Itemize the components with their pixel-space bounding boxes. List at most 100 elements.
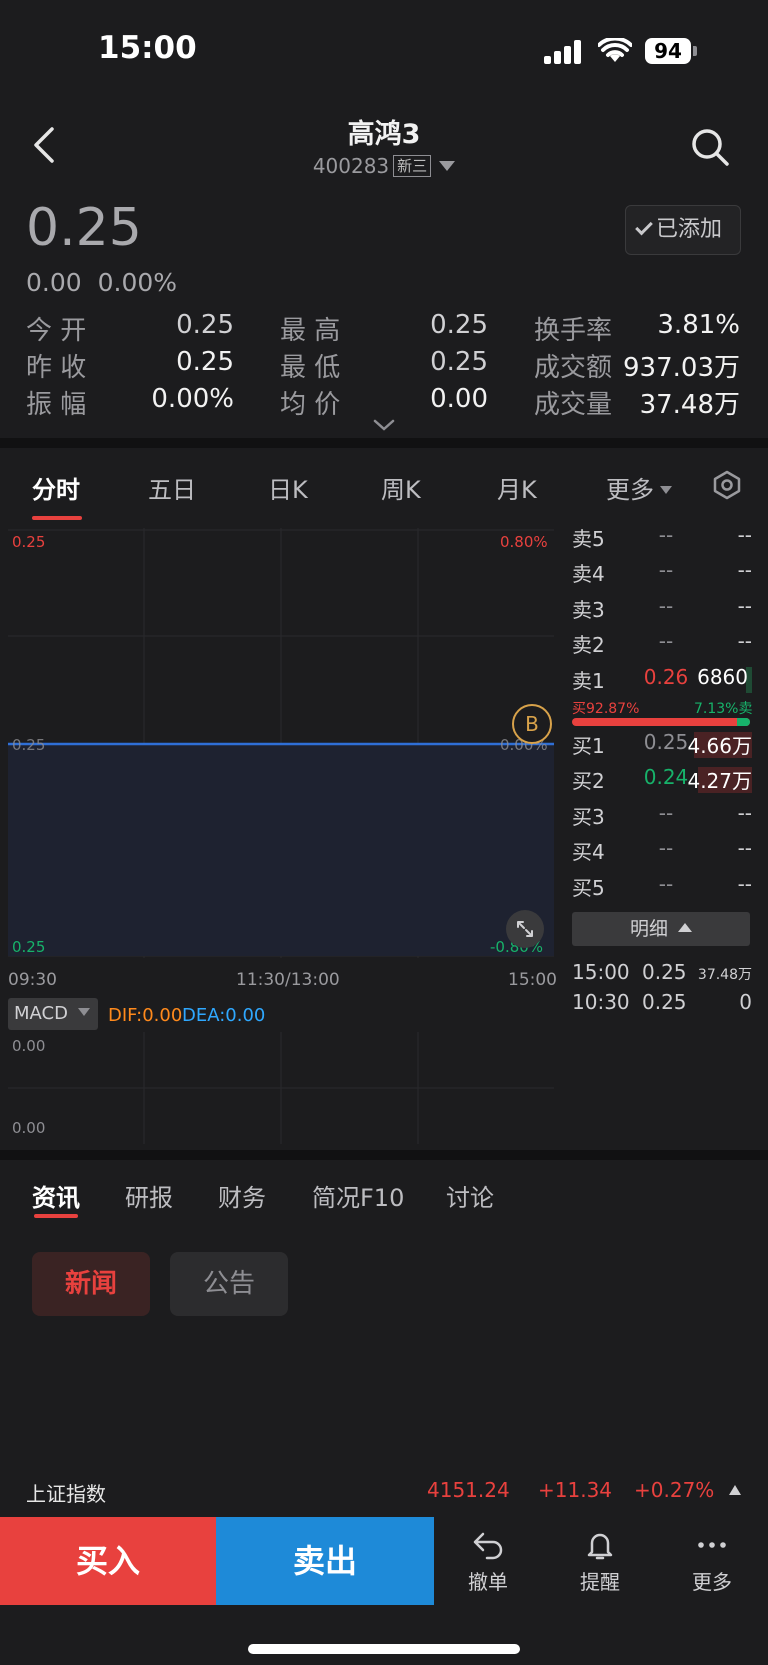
bell-icon [587,1533,613,1560]
ask-price: -- [658,629,674,653]
bid-label: 买5 [572,876,605,900]
trade-detail-button[interactable]: 明细 [572,912,750,946]
ask-label: 卖4 [572,562,605,586]
stat-value-prev-close: 0.25 [176,347,234,377]
tick-price: 0.25 [642,960,687,984]
buy-button[interactable]: 买入 [0,1517,216,1605]
stat-value-high: 0.25 [430,310,488,340]
status-time: 15:00 [98,30,197,66]
ask-volume: -- [737,523,752,547]
ask-label: 卖2 [572,633,605,657]
bid-row: 买1 0.25 4.66万 [572,730,752,764]
macd-y-bottom-label: 0.00 [12,1119,46,1137]
ask-label: 卖3 [572,598,605,622]
stat-value-low: 0.25 [430,347,488,377]
tab-intraday[interactable]: 分时 [32,470,80,505]
tab-weekly-k[interactable]: 周K [381,470,421,505]
chevron-down-icon [439,161,456,171]
ask-price: -- [658,558,674,582]
bid-label: 买2 [572,769,605,793]
tab-discussion[interactable]: 讨论 [446,1178,494,1213]
stat-value-avg-price: 0.00 [430,384,488,414]
bid-row: 买3 -- -- [572,801,752,835]
watchlist-button-label: 已添加 [656,217,723,242]
caret-up-icon [678,923,692,932]
bid-volume: -- [737,872,752,896]
chart-pct-top-label: 0.80% [500,533,548,551]
macd-dea: DEA:0.00 [182,1005,266,1026]
tab-five-day[interactable]: 五日 [148,470,196,505]
alert-button[interactable]: 提醒 [560,1530,640,1595]
tab-news-info[interactable]: 资讯 [32,1178,80,1213]
tab-more-label: 更多 [606,476,654,504]
tab-monthly-k[interactable]: 月K [497,470,537,505]
intraday-chart[interactable] [8,528,554,958]
ask-row: 卖4 -- -- [572,558,752,592]
stock-code-selector[interactable]: 400283 新三 [0,154,768,178]
indicator-selector[interactable]: MACD [8,998,98,1030]
watchlist-added-button[interactable]: 已添加 [625,205,741,255]
caret-up-icon[interactable] [728,1484,742,1496]
ask-row: 卖2 -- -- [572,629,752,663]
cellular-signal-icon [544,40,584,64]
wifi-icon [598,38,632,62]
tab-daily-k[interactable]: 日K [268,470,308,505]
battery-icon: 94 [645,38,691,64]
bid-row: 买2 0.24 4.27万 [572,765,752,799]
index-change: +11.34 [538,1478,613,1502]
macd-chart[interactable] [8,1032,554,1144]
time-label-end: 15:00 [508,970,557,990]
ask-price: -- [658,594,674,618]
ask-volume: -- [737,594,752,618]
section-divider [0,438,768,448]
sell-ratio-fill [737,718,750,726]
tab-profile-f10[interactable]: 简况F10 [312,1178,404,1213]
bid-label: 买3 [572,805,605,829]
market-tag: 新三 [393,155,432,177]
sell-ratio: 7.13%卖 [694,701,753,717]
ask-label: 卖5 [572,527,605,551]
time-label-start: 09:30 [8,970,57,990]
tab-finance[interactable]: 财务 [218,1178,266,1213]
bid-label: 买4 [572,840,605,864]
announcement-pill[interactable]: 公告 [170,1252,288,1316]
home-indicator[interactable] [248,1644,520,1654]
tick-volume: 0 [739,990,752,1014]
more-actions-label: 更多 [692,1570,732,1594]
stat-label-turnover-rate: 换手率 [534,316,613,346]
stock-code: 400283 [312,154,390,178]
last-price: 0.25 [26,198,142,258]
search-icon[interactable] [690,127,730,167]
bid-price: -- [658,872,674,896]
active-tab-indicator [34,1214,78,1218]
cancel-order-label: 撤单 [468,1570,508,1594]
cancel-order-button[interactable]: 撤单 [448,1530,528,1595]
settings-hexagon-icon[interactable] [712,470,742,500]
index-change-pct: +0.27% [634,1478,715,1502]
ask-row: 卖3 -- -- [572,594,752,628]
stat-value-volume: 37.48万 [639,390,740,420]
ask-volume: -- [737,629,752,653]
bid-price: -- [658,836,674,860]
chevron-down-icon[interactable] [372,418,396,432]
index-name[interactable]: 上证指数 [26,1478,106,1507]
sell-button[interactable]: 卖出 [216,1517,434,1605]
news-pill[interactable]: 新闻 [32,1252,150,1316]
stat-label-low: 最 低 [280,353,341,383]
tick-time: 10:30 [572,990,630,1014]
ask-label: 卖1 [572,669,605,693]
trade-tick-row: 10:30 0.25 0 [572,990,752,1014]
buy-marker-badge[interactable]: B [512,704,552,744]
macd-dif: DIF:0.00 [108,1005,183,1026]
more-actions-button[interactable]: 更多 [672,1530,752,1595]
price-change: 0.00 0.00% [26,268,177,297]
expand-chart-icon[interactable] [506,910,544,948]
tab-research[interactable]: 研报 [125,1178,173,1213]
tick-volume: 37.48万 [697,967,752,983]
ask-price: -- [658,523,674,547]
stat-value-amplitude: 0.00% [151,384,234,414]
tab-more[interactable]: 更多 [606,470,672,505]
ask-row: 卖5 -- -- [572,523,752,557]
stat-label-high: 最 高 [280,316,341,346]
active-tab-indicator [32,516,82,520]
